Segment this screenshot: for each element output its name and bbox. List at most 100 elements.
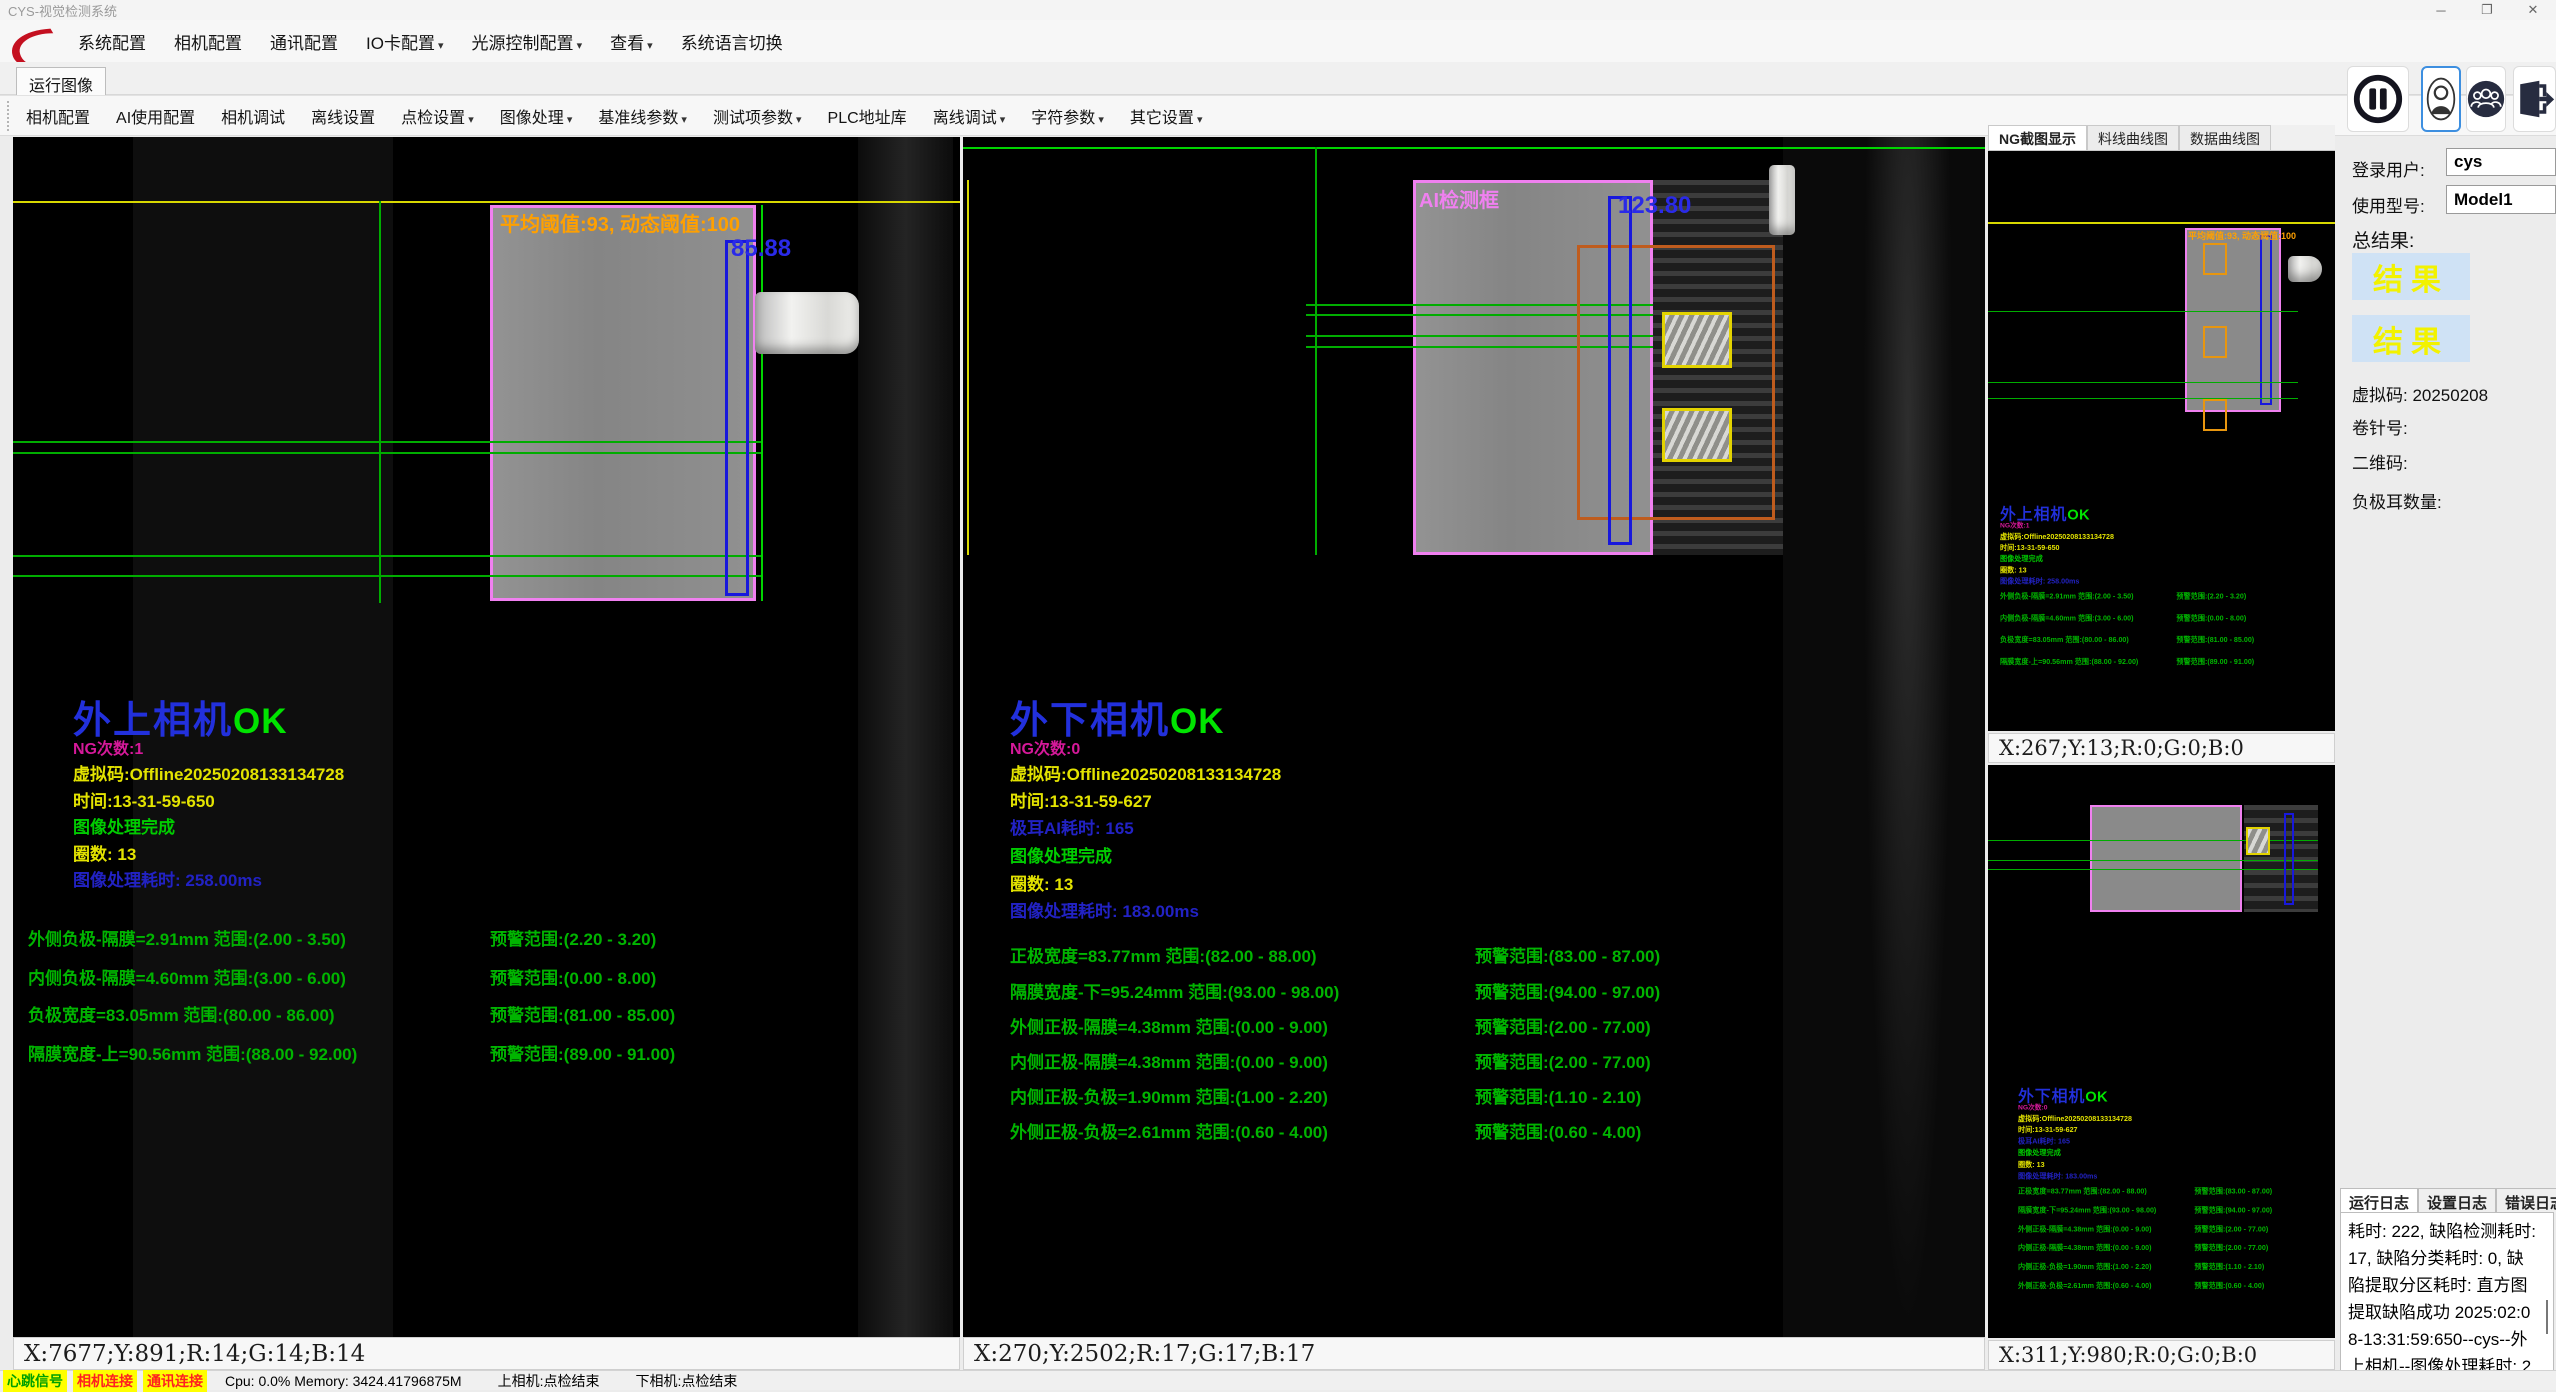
ai-time-text: 极耳AI耗时: 165 bbox=[2018, 1135, 2070, 1146]
toolbar-grip[interactable] bbox=[7, 101, 11, 131]
close-button[interactable]: ✕ bbox=[2510, 0, 2556, 20]
tool-spot-check-setting[interactable]: 点检设置 bbox=[401, 104, 474, 128]
tool-ai-use-config[interactable]: AI使用配置 bbox=[116, 104, 195, 128]
tool-camera-debug[interactable]: 相机调试 bbox=[221, 104, 285, 128]
tool-offline-setting[interactable]: 离线设置 bbox=[311, 104, 375, 128]
loop-count-text: 圈数: 13 bbox=[2000, 564, 2027, 575]
tool-char-params[interactable]: 字符参数 bbox=[1031, 104, 1104, 128]
measurement-row: 隔膜宽度-上=90.56mm 范围:(88.00 - 92.00) 预警范围:(8… bbox=[28, 1040, 960, 1065]
electrode-image-region bbox=[490, 205, 756, 601]
preview-tabs: NG截图显示 料线曲线图 数据曲线图 bbox=[1988, 125, 2335, 151]
minimize-button[interactable]: ─ bbox=[2418, 0, 2464, 20]
tool-test-item-params[interactable]: 测试项参数 bbox=[713, 104, 802, 128]
green-guide-line bbox=[13, 452, 761, 454]
ng-preview-lower[interactable]: 外下相机OK NG次数:0 虚拟码:Offline202502081331347… bbox=[1988, 765, 2335, 1338]
warn-range: 预警范围:(1.10 - 2.10) bbox=[2194, 1261, 2264, 1272]
right-camera-view[interactable]: AI检测框 123.80 外下相机OK NG次数:0 虚拟码:Offline20… bbox=[963, 137, 1985, 1337]
restore-icon: ❐ bbox=[2481, 2, 2493, 18]
measurement-row: 负极宽度=83.05mm 范围:(80.00 - 86.00)预警范围:(81.… bbox=[2000, 634, 2335, 645]
menu-view[interactable]: 查看 bbox=[610, 29, 653, 54]
ng-preview-upper[interactable]: 平均阈值:93, 动态阈值:100 外上相机OK NG次数:1 虚拟码:Offl… bbox=[1988, 151, 2335, 731]
measurement-value: 正极宽度=83.77mm 范围:(82.00 - 88.00) bbox=[2018, 1187, 2147, 1195]
measurement-row: 外侧正极-隔膜=4.38mm 范围:(0.00 - 9.00)预警范围:(2.0… bbox=[1010, 1013, 1950, 1038]
process-time-text: 图像处理耗时: 183.00ms bbox=[2018, 1170, 2097, 1181]
menu-language-switch[interactable]: 系统语言切换 bbox=[681, 29, 783, 54]
mini-detect-box bbox=[2203, 399, 2227, 431]
measurement-value: 内侧负极-隔膜=4.60mm 范围:(3.00 - 6.00) bbox=[2000, 614, 2134, 622]
camera-result: OK bbox=[233, 702, 288, 741]
tool-plc-address-lib[interactable]: PLC地址库 bbox=[828, 104, 907, 128]
bright-spot bbox=[1769, 165, 1795, 235]
warn-range: 预警范围:(0.60 - 4.00) bbox=[2194, 1280, 2264, 1291]
exit-button[interactable] bbox=[2513, 66, 2556, 132]
result-box-upper: 结果 bbox=[2352, 253, 2470, 300]
width-value-text: 85.88 bbox=[731, 235, 791, 263]
warn-range: 预警范围:(2.00 - 77.00) bbox=[2194, 1223, 2268, 1234]
log-scrollbar[interactable] bbox=[2546, 1300, 2548, 1334]
film-band bbox=[1863, 137, 1953, 1337]
measurement-value: 外侧正极-隔膜=4.38mm 范围:(0.00 - 9.00) bbox=[1010, 1018, 1328, 1037]
warn-range: 预警范围:(81.00 - 85.00) bbox=[490, 1001, 675, 1026]
user-management-button[interactable] bbox=[2466, 66, 2506, 132]
preview-lower-coordinate-strip: X:311;Y:980;R:0;G:0;B:0 bbox=[1988, 1340, 2335, 1370]
yellow-guide-line bbox=[967, 180, 969, 555]
tool-offline-debug[interactable]: 离线调试 bbox=[933, 104, 1006, 128]
camera-result: OK bbox=[2067, 506, 2090, 522]
qr-code-label: 二维码: bbox=[2352, 449, 2408, 474]
left-camera-view[interactable]: 平均阈值:93, 动态阈值:100 85.88 外上相机OK NG次数:1 虚拟… bbox=[13, 137, 960, 1337]
warn-range: 预警范围:(2.20 - 3.20) bbox=[2176, 590, 2246, 600]
time-text: 时间:13-31-59-650 bbox=[2000, 542, 2060, 553]
menu-system-config[interactable]: 系统配置 bbox=[78, 29, 146, 54]
warn-range: 预警范围:(2.20 - 3.20) bbox=[490, 925, 656, 950]
virtual-code-label: 虚拟码: 20250208 bbox=[2352, 381, 2488, 406]
menu-comm-config[interactable]: 通讯配置 bbox=[270, 29, 338, 54]
measurement-value: 内侧负极-隔膜=4.60mm 范围:(3.00 - 6.00) bbox=[28, 969, 346, 988]
tab-error-log[interactable]: 错误日志 bbox=[2496, 1188, 2556, 1213]
tool-other-settings[interactable]: 其它设置 bbox=[1130, 104, 1203, 128]
measurement-row: 负极宽度=83.05mm 范围:(80.00 - 86.00)预警范围:(81.… bbox=[28, 1001, 960, 1026]
warn-range: 预警范围:(89.00 - 91.00) bbox=[490, 1040, 675, 1065]
login-user-field[interactable]: cys bbox=[2446, 148, 2556, 176]
measurement-row: 外侧负极-隔膜=2.91mm 范围:(2.00 - 3.50)预警范围:(2.2… bbox=[2000, 590, 2335, 600]
window-title: CYS-视觉检测系统 bbox=[8, 1, 117, 20]
measurement-value: 隔膜宽度-上=90.56mm 范围:(88.00 - 92.00) bbox=[28, 1045, 357, 1064]
log-text-area[interactable]: 耗时: 222, 缺陷检测耗时: 17, 缺陷分类耗时: 0, 缺陷提取分区耗时… bbox=[2340, 1212, 2554, 1388]
log-text: 耗时: 222, 缺陷检测耗时: 17, 缺陷分类耗时: 0, 缺陷提取分区耗时… bbox=[2348, 1222, 2536, 1388]
warn-range: 预警范围:(94.00 - 97.00) bbox=[2194, 1204, 2272, 1215]
warn-range: 预警范围:(2.00 - 77.00) bbox=[1475, 1048, 1651, 1073]
green-guide-line bbox=[13, 555, 761, 557]
measurement-row: 内侧正极-隔膜=4.38mm 范围:(0.00 - 9.00)预警范围:(2.0… bbox=[1010, 1048, 1950, 1073]
green-guide-line bbox=[1988, 311, 2298, 312]
comm-link-indicator: 通讯连接 bbox=[143, 1370, 207, 1392]
warn-range: 预警范围:(2.00 - 77.00) bbox=[2194, 1242, 2268, 1253]
tab-data-curve[interactable]: 数据曲线图 bbox=[2179, 125, 2271, 150]
green-guide-line bbox=[1988, 860, 2318, 861]
tab-setting-log[interactable]: 设置日志 bbox=[2418, 1188, 2496, 1213]
menu-io-card-config[interactable]: IO卡配置 bbox=[366, 29, 444, 54]
mini-metal-region bbox=[2244, 805, 2318, 912]
tab-run-log[interactable]: 运行日志 bbox=[2340, 1188, 2418, 1213]
model-field[interactable]: Model1 bbox=[2446, 185, 2556, 214]
menu-camera-config[interactable]: 相机配置 bbox=[174, 29, 242, 54]
tool-image-processing[interactable]: 图像处理 bbox=[500, 104, 573, 128]
measurement-row: 外侧负极-隔膜=2.91mm 范围:(2.00 - 3.50)预警范围:(2.2… bbox=[28, 925, 960, 950]
tab-ng-capture[interactable]: NG截图显示 bbox=[1988, 125, 2087, 150]
tool-baseline-params[interactable]: 基准线参数 bbox=[598, 104, 687, 128]
menu-items: 系统配置 相机配置 通讯配置 IO卡配置 光源控制配置 查看 系统语言切换 bbox=[78, 20, 783, 62]
menu-light-control-config[interactable]: 光源控制配置 bbox=[472, 29, 583, 54]
measurement-row: 外侧正极-负极=2.61mm 范围:(0.60 - 4.00)预警范围:(0.6… bbox=[1010, 1118, 1950, 1143]
tool-camera-config[interactable]: 相机配置 bbox=[26, 104, 90, 128]
time-text: 时间:13-31-59-650 bbox=[73, 787, 215, 812]
current-user-button[interactable] bbox=[2421, 66, 2461, 132]
mini-tab-box bbox=[2246, 827, 2270, 855]
measurement-row: 正极宽度=83.77mm 范围:(82.00 - 88.00)预警范围:(83.… bbox=[2018, 1185, 2335, 1196]
tab-material-curve[interactable]: 料线曲线图 bbox=[2087, 125, 2179, 150]
time-text: 时间:13-31-59-627 bbox=[2018, 1124, 2078, 1135]
reel-number-label: 卷针号: bbox=[2352, 414, 2408, 439]
process-time-text: 图像处理耗时: 258.00ms bbox=[2000, 575, 2079, 586]
ai-box-label: AI检测框 bbox=[1419, 184, 1499, 213]
restore-button[interactable]: ❐ bbox=[2464, 0, 2510, 20]
login-user-label: 登录用户: bbox=[2352, 156, 2425, 181]
anode-tab-count-label: 负极耳数量: bbox=[2352, 488, 2442, 513]
pause-button[interactable] bbox=[2347, 66, 2409, 132]
